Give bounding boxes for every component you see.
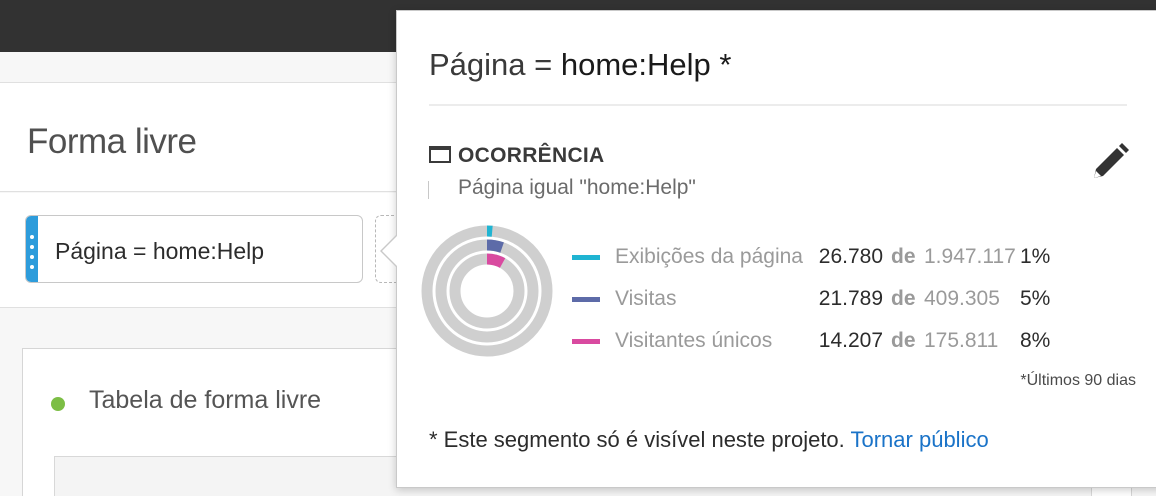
popover-title-value: home:Help * (560, 47, 732, 82)
segment-chip-label: Página = home:Help (55, 238, 265, 264)
metric-percent: 1% (1020, 245, 1051, 268)
metric-total: 1.947.117 (924, 245, 1016, 268)
metric-name: Visitas (615, 287, 677, 310)
metric-swatch (572, 339, 600, 344)
metric-of: de (891, 329, 916, 352)
window-icon (429, 146, 451, 163)
metric-percent: 5% (1020, 287, 1051, 310)
popover-title: Página = home:Help * (429, 47, 731, 83)
popover-divider (429, 104, 1127, 106)
metric-row: Visitantes únicos 14.207 de 175.811 8% (572, 326, 1112, 356)
metric-value: 21.789 (818, 287, 883, 310)
container-type-label: OCORRÊNCIA (458, 144, 605, 167)
popover-title-prefix: Página = (429, 47, 561, 82)
segment-chip[interactable]: Página = home:Help (25, 215, 363, 283)
status-dot-icon (51, 397, 65, 411)
panel-title: Forma livre (27, 122, 197, 161)
metric-swatch (572, 297, 600, 302)
pencil-icon[interactable] (1088, 140, 1132, 184)
metric-of: de (891, 287, 916, 310)
freeform-table-title: Tabela de forma livre (89, 386, 322, 414)
metric-of: de (891, 245, 916, 268)
make-public-link[interactable]: Tornar público (851, 427, 989, 452)
metric-percent: 8% (1020, 329, 1051, 352)
metric-total: 175.811 (924, 329, 999, 352)
metric-row: Visitas 21.789 de 409.305 5% (572, 284, 1112, 314)
metric-value: 26.780 (818, 245, 883, 268)
metric-row: Exibições da página 26.780 de 1.947.117 1% (572, 242, 1112, 272)
rule-indent-bar (428, 181, 429, 199)
metric-value: 14.207 (818, 329, 883, 352)
donut-ring-track (449, 253, 525, 329)
metric-total: 409.305 (924, 287, 1000, 310)
drag-handle-icon[interactable] (26, 216, 38, 282)
segment-rule: Página igual "home:Help" (458, 176, 696, 199)
segment-donut-chart (421, 225, 553, 357)
donut-ring-segment (486, 253, 506, 268)
visibility-text: * Este segmento só é visível neste proje… (429, 427, 845, 452)
donut-ring-segment (486, 239, 504, 253)
metric-swatch (572, 255, 600, 260)
visibility-note: * Este segmento só é visível neste proje… (429, 427, 989, 453)
time-range-footnote: *Últimos 90 dias (1020, 372, 1136, 389)
